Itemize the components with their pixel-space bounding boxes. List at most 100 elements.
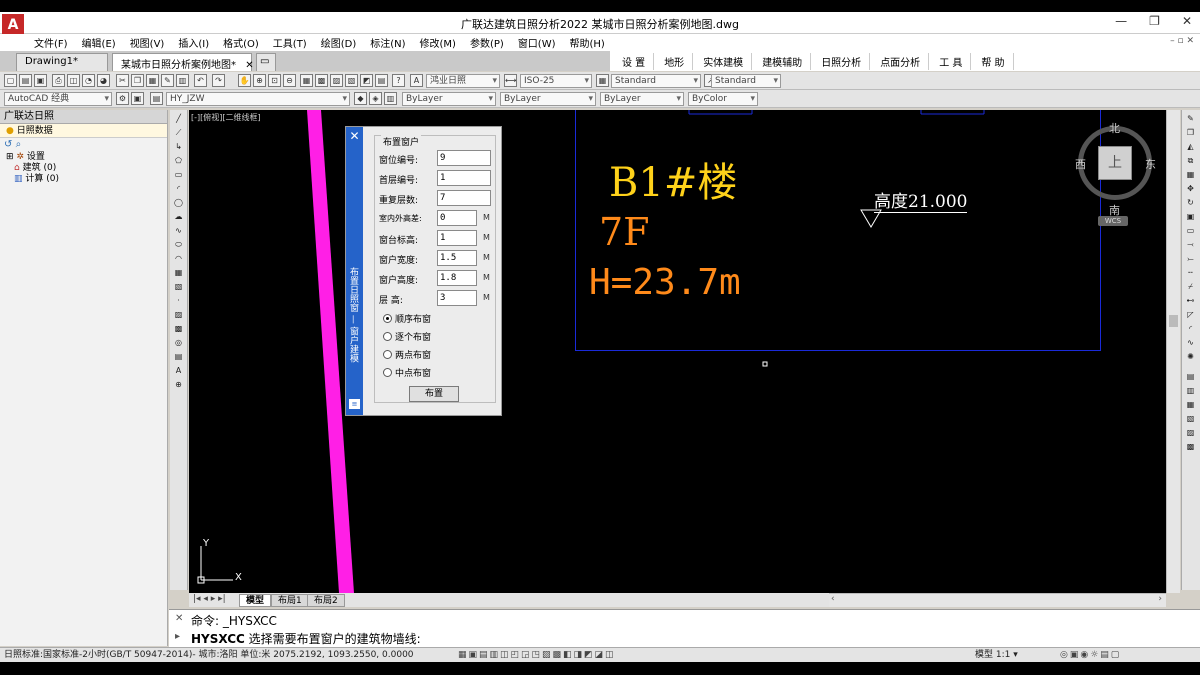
close-button[interactable]: ✕ [1182, 14, 1192, 28]
array-icon[interactable]: ▦ [1185, 170, 1196, 180]
paste-icon[interactable]: ▦ [146, 74, 159, 87]
trim-icon[interactable]: ⤙ [1185, 240, 1196, 250]
viewcube-top-face[interactable]: 上 [1098, 146, 1132, 180]
open-file-icon[interactable]: ▤ [19, 74, 32, 87]
tab-sunlight-data[interactable]: ● 日照数据 [0, 124, 167, 138]
dim-style-icon[interactable]: ⟷ [504, 74, 517, 87]
window-width-input[interactable]: 1.5 [437, 250, 477, 266]
menu-help[interactable]: 帮助(H) [570, 35, 605, 50]
tab-nav-arrows[interactable]: |◂ ◂ ▸ ▸| [193, 594, 226, 604]
insert-block-icon[interactable]: ▦ [173, 268, 184, 278]
move-icon[interactable]: ✥ [1185, 184, 1196, 194]
new-tab-button[interactable]: ▭ [256, 53, 276, 71]
hy-tool-4-icon[interactable]: ▧ [1185, 414, 1196, 424]
indoor-outdoor-diff-input[interactable]: 0 [437, 210, 477, 226]
menu-dimension[interactable]: 标注(N) [370, 35, 405, 50]
hatch-icon[interactable]: ▨ [173, 310, 184, 320]
calculator-icon[interactable]: ▤ [375, 74, 388, 87]
undo-icon[interactable]: ↶ [194, 74, 207, 87]
hy-tool-3-icon[interactable]: ▦ [1185, 400, 1196, 410]
hy-tool-2-icon[interactable]: ▥ [1185, 386, 1196, 396]
floor-count-text[interactable]: 7F [599, 210, 650, 254]
menu-window[interactable]: 窗口(W) [518, 35, 556, 50]
dim-style-combo[interactable]: ISO-25 [520, 74, 592, 88]
compass-north[interactable]: 北 [1109, 120, 1120, 136]
first-floor-number-input[interactable]: 1 [437, 170, 491, 186]
region-icon[interactable]: ◎ [173, 338, 184, 348]
linetype-combo[interactable]: ByLayer [500, 92, 596, 106]
menu-view[interactable]: 视图(V) [130, 35, 165, 50]
status-tray-icons[interactable]: ◎▣◉☼▤▢ [1060, 648, 1121, 662]
break-icon[interactable]: ⌿ [1185, 282, 1196, 292]
horizontal-scrollbar[interactable]: ‹ › [829, 593, 1166, 607]
menu-format[interactable]: 格式(O) [223, 35, 259, 50]
zoom-window-icon[interactable]: ⊡ [268, 74, 281, 87]
radio-two-point[interactable]: 两点布窗 [383, 348, 431, 362]
menu-draw[interactable]: 绘图(D) [321, 35, 357, 50]
drawing-canvas[interactable]: [-][俯视][二维线框] B1#楼 7F H=23.7m 高度21.000 北… [189, 110, 1166, 593]
3d-print-icon[interactable]: ◕ [97, 74, 110, 87]
text-style-icon[interactable]: A [410, 74, 423, 87]
match-properties-icon[interactable]: ✎ [161, 74, 174, 87]
compass-west[interactable]: 西 [1075, 156, 1086, 172]
dialog-side-strip[interactable]: ✕ 布置日照窗 — 窗户建模 ≡ [346, 127, 363, 415]
font-style-combo[interactable]: 鸿业日照 [426, 74, 500, 88]
fillet-icon[interactable]: ◜ [1185, 324, 1196, 334]
text-style-combo[interactable]: Standard [611, 74, 701, 88]
tab-layout1[interactable]: 布局1 [271, 594, 309, 607]
hy-tool-6-icon[interactable]: ▩ [1185, 442, 1196, 452]
doc-window-controls[interactable]: – ▫ ✕ [1170, 36, 1194, 46]
print-icon[interactable]: ⎙ [52, 74, 65, 87]
ellipse-arc-icon[interactable]: ◠ [173, 254, 184, 264]
publish-icon[interactable]: ◔ [82, 74, 95, 87]
close-icon[interactable]: ✕ [175, 613, 183, 624]
elevation-text[interactable]: 高度21.000 [874, 187, 968, 213]
menu-tools[interactable]: 工具(T) [273, 35, 307, 50]
hy-solid-model-button[interactable]: 实体建模 [695, 52, 753, 70]
table-style-combo[interactable]: Standard [711, 74, 781, 88]
markup-icon[interactable]: ◩ [360, 74, 373, 87]
window-height-input[interactable]: 1.8 [437, 270, 477, 286]
radio-midpoint[interactable]: 中点布窗 [383, 366, 431, 380]
hy-point-area-analysis-button[interactable]: 点面分析 [872, 52, 930, 70]
layer-combo[interactable]: HY_JZW [166, 92, 350, 106]
cut-icon[interactable]: ✂ [116, 74, 129, 87]
close-icon[interactable]: ✕ [348, 130, 361, 143]
block-editor-icon[interactable]: ▥ [176, 74, 189, 87]
zoom-realtime-icon[interactable]: ⊕ [253, 74, 266, 87]
pan-icon[interactable]: ✋ [238, 74, 251, 87]
building-height-text[interactable]: H=23.7m [589, 262, 741, 303]
maximize-button[interactable]: ❐ [1149, 14, 1160, 28]
point-icon[interactable]: · [173, 296, 184, 306]
hy-tool-1-icon[interactable]: ▤ [1185, 372, 1196, 382]
place-button[interactable]: 布置 [409, 386, 459, 402]
new-file-icon[interactable]: ▢ [4, 74, 17, 87]
workspace-combo[interactable]: AutoCAD 经典 [4, 92, 112, 106]
explode-icon[interactable]: ✺ [1185, 352, 1196, 362]
menu-file[interactable]: 文件(F) [34, 35, 68, 50]
erase-icon[interactable]: ✎ [1185, 114, 1196, 124]
join-icon[interactable]: ⊷ [1185, 296, 1196, 306]
workspace-settings-icon[interactable]: ⚙ [116, 92, 129, 105]
copy-object-icon[interactable]: ❐ [1185, 128, 1196, 138]
tree-item-calculation[interactable]: ▥ 计算 (0) [0, 174, 167, 185]
copy-icon[interactable]: ❐ [131, 74, 144, 87]
repeat-floors-input[interactable]: 7 [437, 190, 491, 206]
properties-icon[interactable]: ▦ [300, 74, 313, 87]
spline-icon[interactable]: ∿ [173, 226, 184, 236]
menu-parametric[interactable]: 参数(P) [470, 35, 504, 50]
command-settings-icon[interactable]: ▸ [175, 631, 180, 642]
polygon-icon[interactable]: ⬠ [173, 156, 184, 166]
construction-line-icon[interactable]: ⟋ [173, 128, 184, 138]
hy-sunlight-analysis-button[interactable]: 日照分析 [813, 52, 871, 70]
hy-help-button[interactable]: 帮 助 [973, 52, 1014, 70]
viewcube[interactable]: 北 南 西 东 上 WCS [1075, 120, 1165, 230]
make-block-icon[interactable]: ▧ [173, 282, 184, 292]
close-icon[interactable]: ✕ [245, 60, 253, 71]
help-icon[interactable]: ? [392, 74, 405, 87]
hy-tool-5-icon[interactable]: ▨ [1185, 428, 1196, 438]
wcs-menu[interactable]: WCS [1098, 216, 1128, 226]
window-number-input[interactable]: 9 [437, 150, 491, 166]
plotstyle-combo[interactable]: ByColor [688, 92, 758, 106]
workspace-save-icon[interactable]: ▣ [131, 92, 144, 105]
